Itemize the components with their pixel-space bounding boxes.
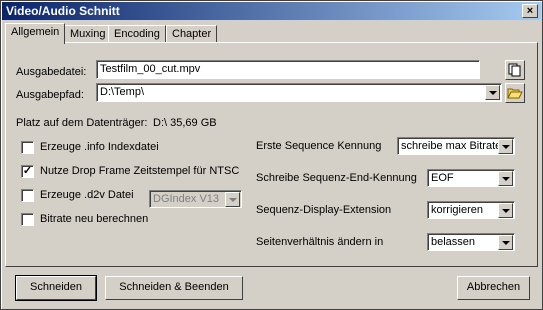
close-button[interactable]: × [522,4,538,18]
output-path-select[interactable]: D:\Temp\ [96,83,502,102]
d2v-version-select: DGIndex V13 [149,190,242,208]
chevron-down-icon[interactable] [498,235,513,250]
output-path-value: D:\Temp\ [100,86,145,98]
tab-encoding[interactable]: Encoding [108,25,166,43]
tab-label: Allgemein [11,26,60,38]
sequence-end-label: Schreibe Sequenz-End-Kennung [256,172,417,184]
recalc-bitrate-checkbox[interactable] [21,213,34,226]
chevron-down-icon[interactable] [485,85,500,100]
chevron-down-icon[interactable] [498,139,513,154]
info-index-label: Erzeuge .info Indexdatei [40,141,159,153]
cut-and-exit-button[interactable]: Schneiden & Beenden [105,276,243,300]
tab-label: Chapter [172,28,212,40]
display-extension-label: Sequenz-Display-Extension [256,204,392,216]
chevron-down-icon [225,192,240,207]
tab-label: Muxing [70,28,106,40]
tab-label: Encoding [114,28,160,40]
aspect-ratio-label: Seitenverhältnis ändern in [256,236,384,248]
output-path-label: Ausgabepfad: [16,89,84,101]
tab-chapter[interactable]: Chapter [166,25,218,43]
sequence-end-select[interactable]: EOF [427,169,515,187]
folder-open-icon [507,88,523,99]
window-title: Video/Audio Schnitt [6,4,120,18]
drop-frame-label: Nutze Drop Frame Zeitstempel für NTSC [40,165,240,177]
d2v-version-value: DGIndex V13 [153,193,220,205]
display-extension-select[interactable]: korrigieren [427,201,515,219]
drop-frame-checkbox[interactable]: ✓ [21,165,34,178]
disk-space-label: Platz auf dem Datenträger: [16,117,148,129]
cut-button[interactable]: Schneiden [15,275,97,301]
dialog-window: Video/Audio Schnitt × Allgemein Muxing E… [0,0,543,310]
tab-panel-allgemein: Ausgabedatei: Testfilm_00_cut.mpv Ausgab… [5,42,538,267]
first-sequence-value: schreibe max Bitrate [401,140,502,152]
browse-folder-button[interactable] [505,83,525,103]
recalc-bitrate-label: Bitrate neu berechnen [40,213,149,225]
info-index-checkbox[interactable] [21,141,34,154]
output-file-input[interactable]: Testfilm_00_cut.mpv [96,60,480,79]
aspect-ratio-value: belassen [431,236,476,248]
first-sequence-select[interactable]: schreibe max Bitrate [397,137,515,155]
title-bar: Video/Audio Schnitt × [2,2,541,20]
sequence-end-value: EOF [431,172,454,184]
tab-allgemein[interactable]: Allgemein [5,23,66,44]
chevron-down-icon[interactable] [498,203,513,218]
disk-space-value: D:\ 35,69 GB [153,117,217,129]
aspect-ratio-select[interactable]: belassen [427,233,515,251]
d2v-checkbox[interactable] [21,189,34,202]
d2v-label: Erzeuge .d2v Datei [40,189,134,201]
copy-button[interactable] [505,60,525,80]
copy-file-icon [508,63,521,77]
cancel-button[interactable]: Abbrechen [457,276,530,300]
output-file-label: Ausgabedatei: [16,66,87,78]
close-icon: × [526,5,534,17]
first-sequence-label: Erste Sequence Kennung [256,140,382,152]
display-extension-value: korrigieren [431,204,483,216]
chevron-down-icon[interactable] [498,171,513,186]
tab-muxing[interactable]: Muxing [64,25,112,43]
